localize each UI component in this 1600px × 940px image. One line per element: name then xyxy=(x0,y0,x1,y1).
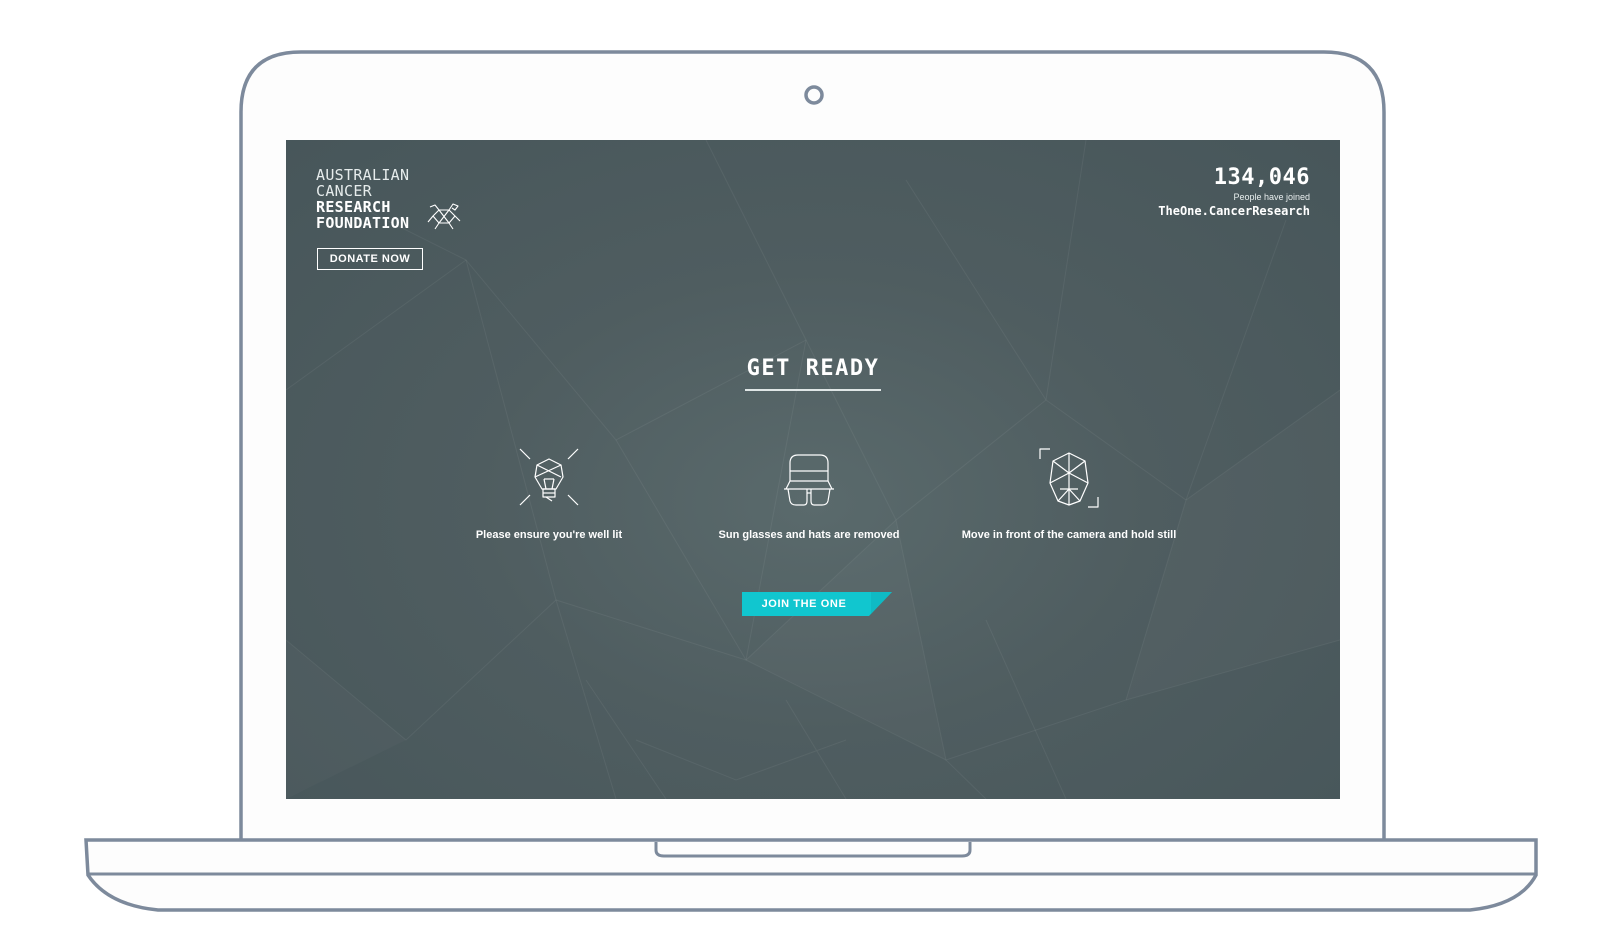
app-screen: AUSTRALIAN CANCER RESEARCH FOUNDATION DO… xyxy=(286,140,1340,799)
logo-line-2: CANCER xyxy=(316,182,372,200)
brand-logo[interactable]: AUSTRALIAN CANCER RESEARCH FOUNDATION xyxy=(316,166,461,232)
join-the-one-button[interactable]: JOIN THE ONE xyxy=(742,592,892,616)
participant-counter: 134,046 People have joined TheOne.Cancer… xyxy=(1158,165,1310,219)
step-label: Please ensure you're well lit xyxy=(475,529,623,541)
site-link[interactable]: TheOne.CancerResearch xyxy=(1158,203,1310,219)
crab-icon xyxy=(427,203,461,230)
step-lighting: Please ensure you're well lit xyxy=(419,445,679,541)
counter-value: 134,046 xyxy=(1213,165,1310,190)
page-title: GET READY xyxy=(744,356,882,391)
device-mockup: AUSTRALIAN CANCER RESEARCH FOUNDATION DO… xyxy=(0,0,1600,940)
page-heading: GET READY xyxy=(286,356,1340,391)
cta-arrow-shape xyxy=(865,592,892,616)
hat-glasses-icon xyxy=(784,454,834,506)
counter-caption: People have joined xyxy=(1233,192,1310,202)
logo-line-1: AUSTRALIAN xyxy=(316,166,410,184)
step-accessories: Sun glasses and hats are removed xyxy=(679,445,939,541)
lightbulb-icon xyxy=(519,448,579,506)
step-label: Sun glasses and hats are removed xyxy=(718,529,900,541)
logo-line-3: RESEARCH xyxy=(316,198,391,216)
donate-now-button[interactable]: DONATE NOW xyxy=(317,248,423,270)
step-label: Move in front of the camera and hold sti… xyxy=(961,529,1177,541)
logo-line-4: FOUNDATION xyxy=(316,214,410,232)
cta-label: JOIN THE ONE xyxy=(742,592,866,616)
step-camera: Move in front of the camera and hold sti… xyxy=(939,445,1199,541)
face-scan-icon xyxy=(1039,448,1099,508)
